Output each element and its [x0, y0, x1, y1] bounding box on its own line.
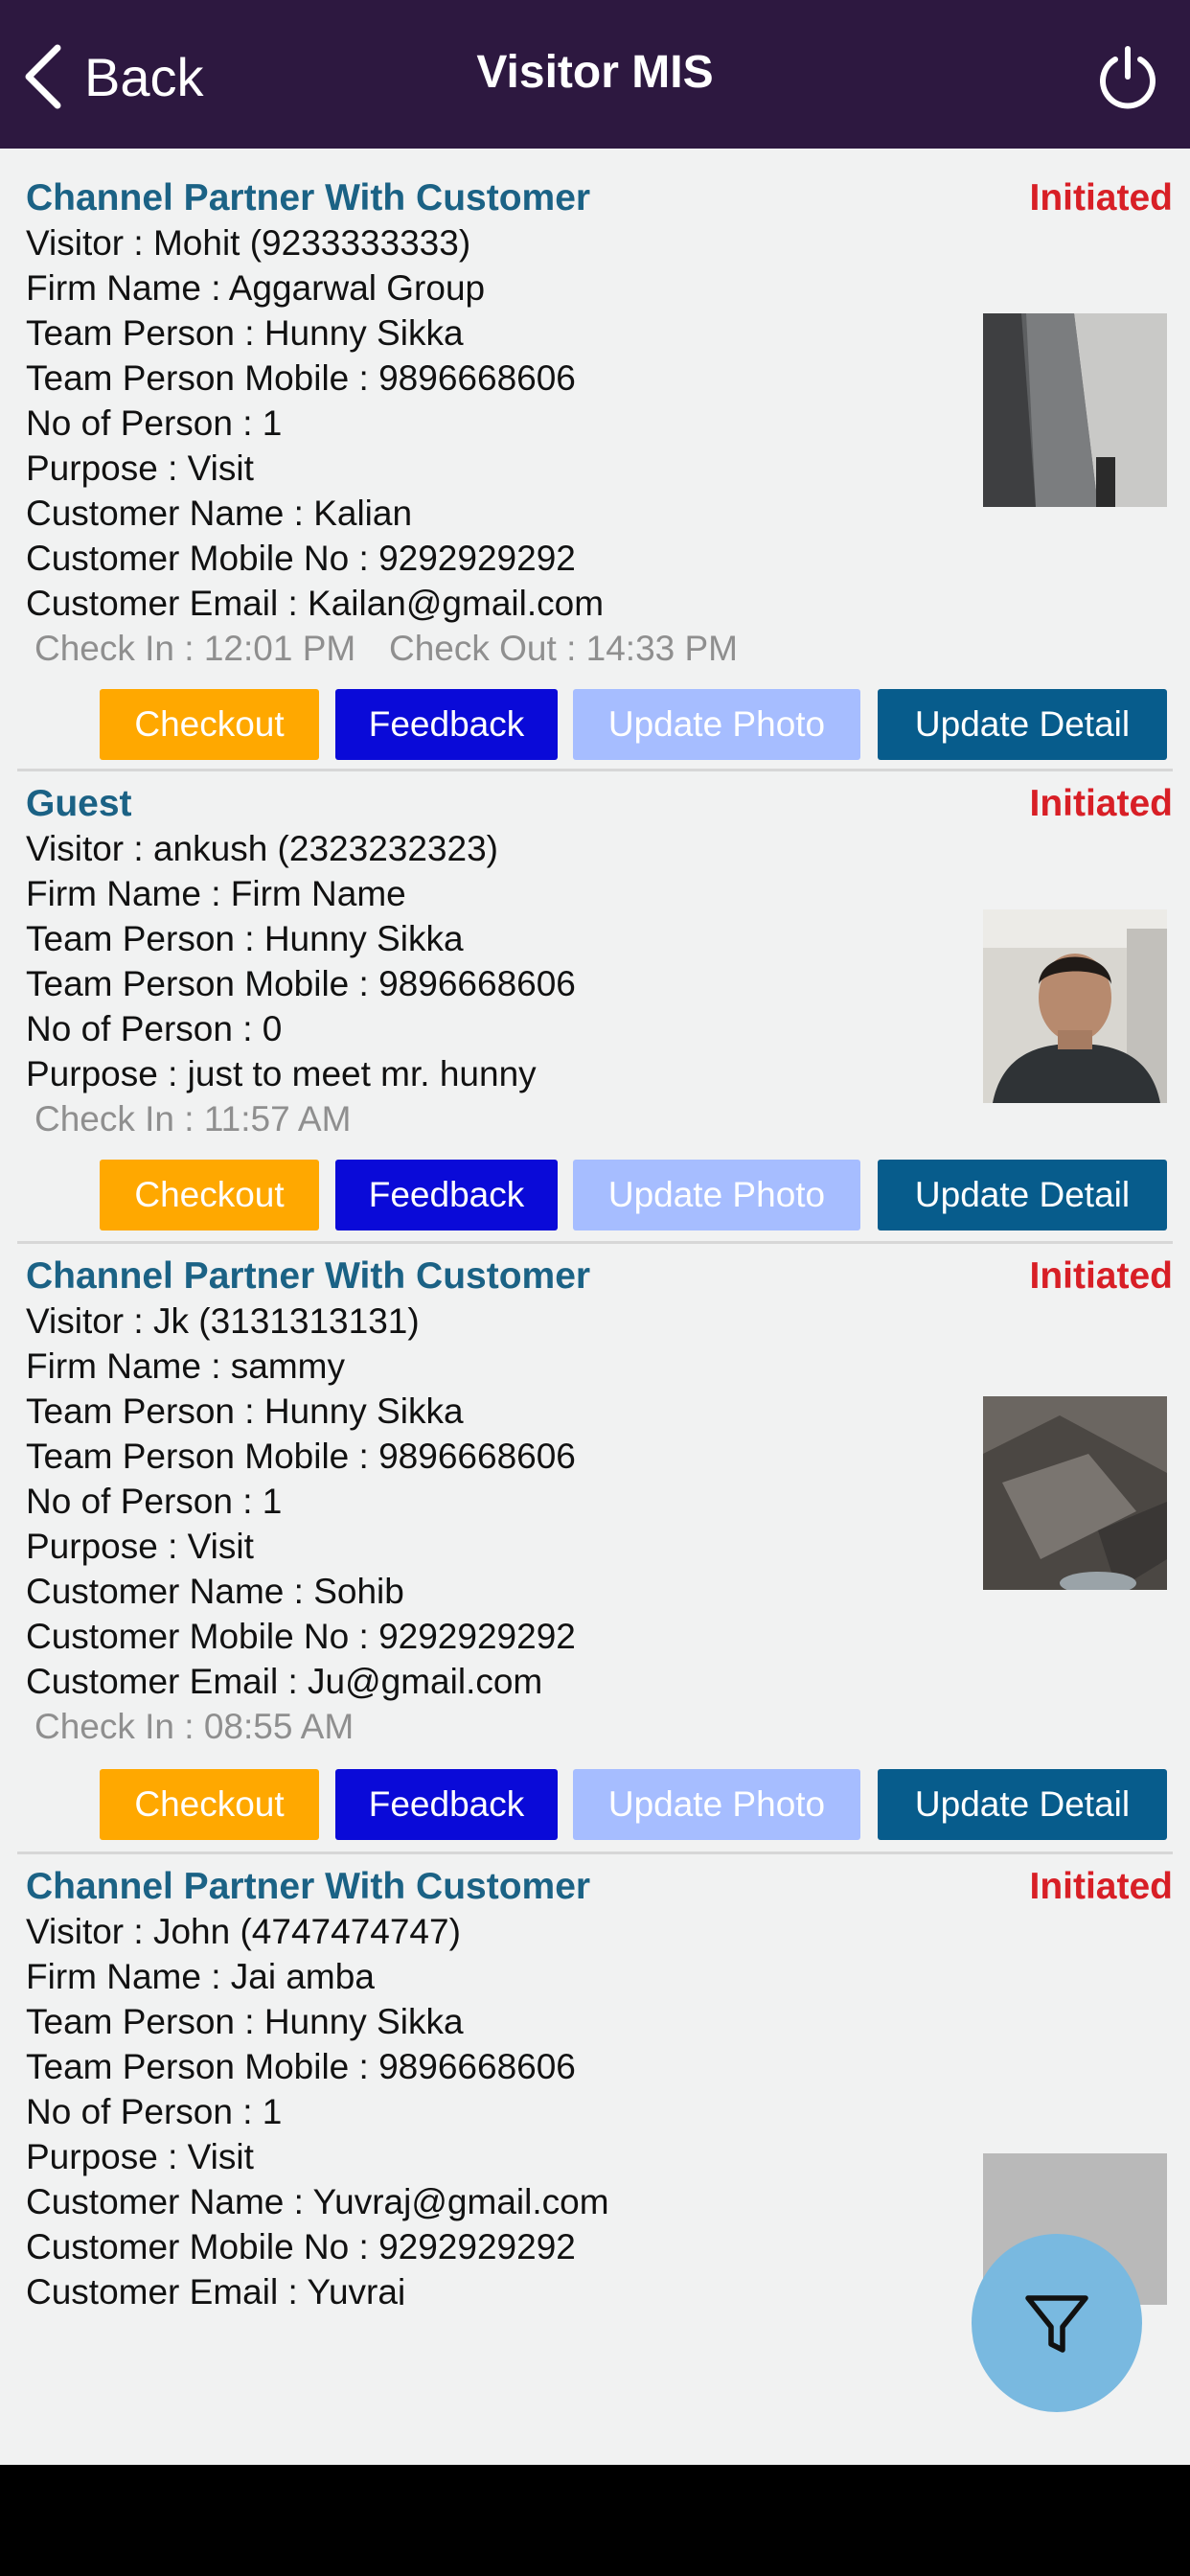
- update-photo-button[interactable]: Update Photo: [573, 1769, 860, 1840]
- visitor-detail: Purpose : Visit: [26, 448, 254, 488]
- visitor-detail: Customer Mobile No : 9292929292: [26, 1617, 576, 1656]
- visitor-type: Channel Partner With Customer: [26, 1866, 591, 1907]
- visitor-detail: Visitor : Mohit (9233333333): [26, 223, 471, 263]
- visitor-detail: Team Person : Hunny Sikka: [26, 2002, 464, 2041]
- visitor-detail: Customer Email : Ju@gmail.com: [26, 1662, 543, 1701]
- check-in-time: Check In : 08:55 AM: [34, 1707, 355, 1746]
- visitor-card: Channel Partner With Customer Initiated …: [17, 1244, 1173, 1854]
- update-detail-button[interactable]: Update Detail: [878, 1769, 1167, 1840]
- visitor-photo[interactable]: [983, 909, 1167, 1103]
- check-out-time: Check Out : 14:33 PM: [389, 629, 739, 668]
- visitor-detail: Firm Name : Firm Name: [26, 874, 406, 913]
- visitor-detail: Team Person : Hunny Sikka: [26, 919, 464, 958]
- visitor-detail: No of Person : 1: [26, 403, 283, 443]
- top-navigation-bar: Back Visitor MIS: [0, 0, 1190, 149]
- visitor-detail: Team Person : Hunny Sikka: [26, 1392, 464, 1431]
- status-badge: Initiated: [1029, 783, 1173, 824]
- status-badge: Initiated: [1029, 177, 1173, 218]
- visitor-detail: Team Person Mobile : 9896668606: [26, 2047, 576, 2086]
- visitor-card: Guest Initiated Visitor : ankush (232323…: [17, 771, 1173, 1244]
- check-in-time: Check In : 11:57 AM: [34, 1099, 352, 1138]
- visitor-detail: Team Person Mobile : 9896668606: [26, 1437, 576, 1476]
- checkout-button[interactable]: Checkout: [100, 1769, 319, 1840]
- visitor-type: Guest: [26, 783, 132, 824]
- visitor-detail: Customer Name : Sohib: [26, 1572, 404, 1611]
- visitor-detail: Purpose : Visit: [26, 1527, 254, 1566]
- visitor-detail: No of Person : 1: [26, 2092, 283, 2131]
- visitor-detail: Firm Name : sammy: [26, 1346, 345, 1386]
- update-detail-button[interactable]: Update Detail: [878, 1160, 1167, 1230]
- update-photo-button[interactable]: Update Photo: [573, 1160, 860, 1230]
- status-badge: Initiated: [1029, 1866, 1173, 1907]
- visitor-detail: Customer Email : Yuvraj: [26, 2272, 406, 2305]
- visitor-detail: Visitor : Jk (3131313131): [26, 1301, 420, 1341]
- visitor-detail: Visitor : John (4747474747): [26, 1912, 461, 1951]
- checkout-button[interactable]: Checkout: [100, 1160, 319, 1230]
- visitor-detail: Team Person : Hunny Sikka: [26, 313, 464, 353]
- system-navigation-bar: [0, 2465, 1190, 2576]
- visitor-card: Channel Partner With Customer Initiated …: [17, 149, 1173, 771]
- visitor-detail: No of Person : 1: [26, 1482, 283, 1521]
- check-in-time: Check In : 12:01 PM: [34, 629, 356, 668]
- visitor-list[interactable]: Channel Partner With Customer Initiated …: [0, 149, 1190, 2305]
- visitor-detail: Visitor : ankush (2323232323): [26, 829, 498, 868]
- visitor-card: Channel Partner With Customer Initiated …: [17, 1854, 1173, 2305]
- power-icon[interactable]: [1094, 44, 1161, 111]
- visitor-detail: Purpose : just to meet mr. hunny: [26, 1054, 537, 1093]
- visitor-detail: Customer Name : Kalian: [26, 494, 413, 533]
- visitor-detail: Customer Email : Kailan@gmail.com: [26, 584, 605, 623]
- status-badge: Initiated: [1029, 1255, 1173, 1297]
- update-detail-button[interactable]: Update Detail: [878, 689, 1167, 760]
- visitor-photo[interactable]: [983, 1396, 1167, 1590]
- visitor-detail: Firm Name : Jai amba: [26, 1957, 375, 1996]
- page-title: Visitor MIS: [476, 47, 714, 98]
- filter-button[interactable]: [972, 2234, 1142, 2412]
- visitor-type: Channel Partner With Customer: [26, 1255, 591, 1297]
- visitor-detail: Team Person Mobile : 9896668606: [26, 358, 576, 398]
- feedback-button[interactable]: Feedback: [335, 1769, 558, 1840]
- visitor-type: Channel Partner With Customer: [26, 177, 591, 218]
- checkout-button[interactable]: Checkout: [100, 689, 319, 760]
- visitor-detail: Customer Name : Yuvraj@gmail.com: [26, 2182, 609, 2221]
- visitor-detail: Purpose : Visit: [26, 2137, 254, 2176]
- filter-icon: [1025, 2295, 1088, 2353]
- visitor-detail: Team Person Mobile : 9896668606: [26, 964, 576, 1003]
- feedback-button[interactable]: Feedback: [335, 1160, 558, 1230]
- visitor-detail: Firm Name : Aggarwal Group: [26, 268, 486, 308]
- visitor-detail: Customer Mobile No : 9292929292: [26, 2227, 576, 2266]
- visitor-detail: No of Person : 0: [26, 1009, 283, 1048]
- feedback-button[interactable]: Feedback: [335, 689, 558, 760]
- visitor-photo[interactable]: [983, 313, 1167, 507]
- visitor-detail: Customer Mobile No : 9292929292: [26, 539, 576, 578]
- update-photo-button[interactable]: Update Photo: [573, 689, 860, 760]
